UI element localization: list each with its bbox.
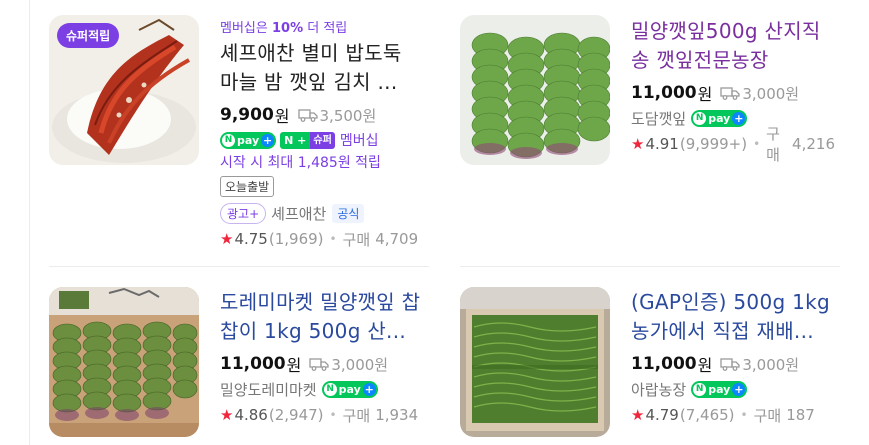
price-row: 11,000 원 3,000원 <box>631 83 800 104</box>
seller-row: 아랍농장 Npay + <box>631 378 835 400</box>
price-row: 11,000 원 3,000원 <box>220 354 389 375</box>
npay-plus-chip: Npay + <box>691 109 748 127</box>
price: 11,000 <box>220 354 286 374</box>
review-count: (1,969) <box>268 230 324 248</box>
plus-icon: + <box>732 382 746 396</box>
shipping-fee: 3,500원 <box>297 105 376 126</box>
left-frame-line <box>29 0 30 445</box>
ad-row: 광고+ 셰프애찬 공식 <box>220 202 424 224</box>
today-shipping-tag: 오늘출발 <box>220 176 275 197</box>
product-info: (GAP인증) 500g 1kg 농가에서 직접 재배... 11,000 원 3… <box>631 288 835 426</box>
nplus-super-chip: N + 슈퍼 <box>280 131 335 149</box>
price: 11,000 <box>631 83 697 103</box>
plus-icon: + <box>261 133 275 147</box>
rating: 4.79 <box>645 406 679 424</box>
product-title[interactable]: (GAP인증) 500g 1kg 농가에서 직접 재배... <box>631 288 835 346</box>
truck-icon <box>309 358 329 371</box>
rating-row: ★ 4.91 (9,999+) • 구매 4,216 <box>631 125 835 164</box>
product-thumbnail[interactable] <box>460 287 610 437</box>
seller-name[interactable]: 밀양도레미마켓 <box>220 379 317 400</box>
product-thumbnail[interactable]: 슈퍼적립 <box>49 15 199 165</box>
benefit-row: Npay + N + 슈퍼 멤버십 <box>220 130 424 150</box>
purchase-count: 4,216 <box>792 135 835 153</box>
plus-icon: + <box>362 382 376 396</box>
membership-promo: 멤버십은 10% 더 적립 <box>220 21 348 36</box>
perilla-box-photo <box>49 287 199 437</box>
product-title[interactable]: 셰프애찬 별미 밥도둑 마늘 밤 깻잎 김치 ... <box>220 39 424 97</box>
reward-text: 시작 시 최대 1,485원 적립 <box>220 155 381 171</box>
row-divider-right <box>460 266 840 267</box>
super-reward-badge: 슈퍼적립 <box>57 23 120 48</box>
truck-icon <box>297 109 318 122</box>
price-row: 9,900 원 3,500원 <box>220 105 377 126</box>
ad-chip[interactable]: 광고+ <box>220 202 267 224</box>
star-icon: ★ <box>220 230 234 248</box>
price: 11,000 <box>631 354 697 374</box>
truck-icon <box>720 87 740 100</box>
npay-plus-chip: Npay + <box>321 380 378 398</box>
rating: 4.86 <box>234 406 268 424</box>
rating-row: ★ 4.75 (1,969) • 구매 4,709 <box>220 230 419 249</box>
product-info: 도레미마켓 밀양깻잎 찹찹이 1kg 500g 산... 11,000 원 3,0… <box>220 288 424 426</box>
rating: 4.75 <box>234 230 268 248</box>
perilla-crate-photo <box>460 287 610 437</box>
plus-icon: + <box>732 111 746 125</box>
seller-name[interactable]: 아랍농장 <box>631 379 686 400</box>
npay-plus-chip: Npay + <box>691 380 748 398</box>
row-divider-left <box>49 266 429 267</box>
purchase-count: 4,709 <box>375 230 419 248</box>
shipping-fee: 3,000원 <box>720 354 799 375</box>
star-icon: ★ <box>631 406 645 424</box>
product-info: 밀양깻잎500g 산지직송 깻잎전문농장 11,000 원 3,000원 도담깻잎… <box>631 17 835 164</box>
product-title[interactable]: 밀양깻잎500g 산지직송 깻잎전문농장 <box>631 17 835 75</box>
seller-name[interactable]: 도담깻잎 <box>631 108 686 129</box>
seller-name[interactable]: 셰프애찬 <box>271 203 326 224</box>
rating-row: ★ 4.86 (2,947) • 구매 1,934 <box>220 406 419 425</box>
official-badge: 공식 <box>332 203 365 223</box>
seller-row: 도담깻잎 Npay + <box>631 107 835 129</box>
npay-plus-chip: Npay + <box>220 131 277 149</box>
rating: 4.91 <box>645 135 679 153</box>
purchase-count: 1,934 <box>375 406 419 424</box>
product-thumbnail[interactable] <box>460 15 610 165</box>
star-icon: ★ <box>631 135 645 153</box>
product-info: 멤버십은 10% 더 적립 셰프애찬 별미 밥도둑 마늘 밤 깻잎 김치 ...… <box>220 17 424 250</box>
membership-label: 멤버십 <box>339 133 379 149</box>
seller-row: 밀양도레미마켓 Npay + <box>220 378 424 400</box>
review-count: (9,999+) <box>679 135 748 153</box>
shipping-fee: 3,000원 <box>309 354 388 375</box>
product-thumbnail[interactable] <box>49 287 199 437</box>
review-count: (7,465) <box>679 406 735 424</box>
product-title[interactable]: 도레미마켓 밀양깻잎 찹찹이 1kg 500g 산... <box>220 288 424 346</box>
perilla-leaves-photo <box>460 15 610 165</box>
shipping-fee: 3,000원 <box>720 83 799 104</box>
rating-row: ★ 4.79 (7,465) • 구매 187 <box>631 406 815 425</box>
price-row: 11,000 원 3,000원 <box>631 354 800 375</box>
price: 9,900 <box>220 105 274 125</box>
star-icon: ★ <box>220 406 234 424</box>
review-count: (2,947) <box>268 406 324 424</box>
purchase-count: 187 <box>786 406 815 424</box>
truck-icon <box>720 358 740 371</box>
